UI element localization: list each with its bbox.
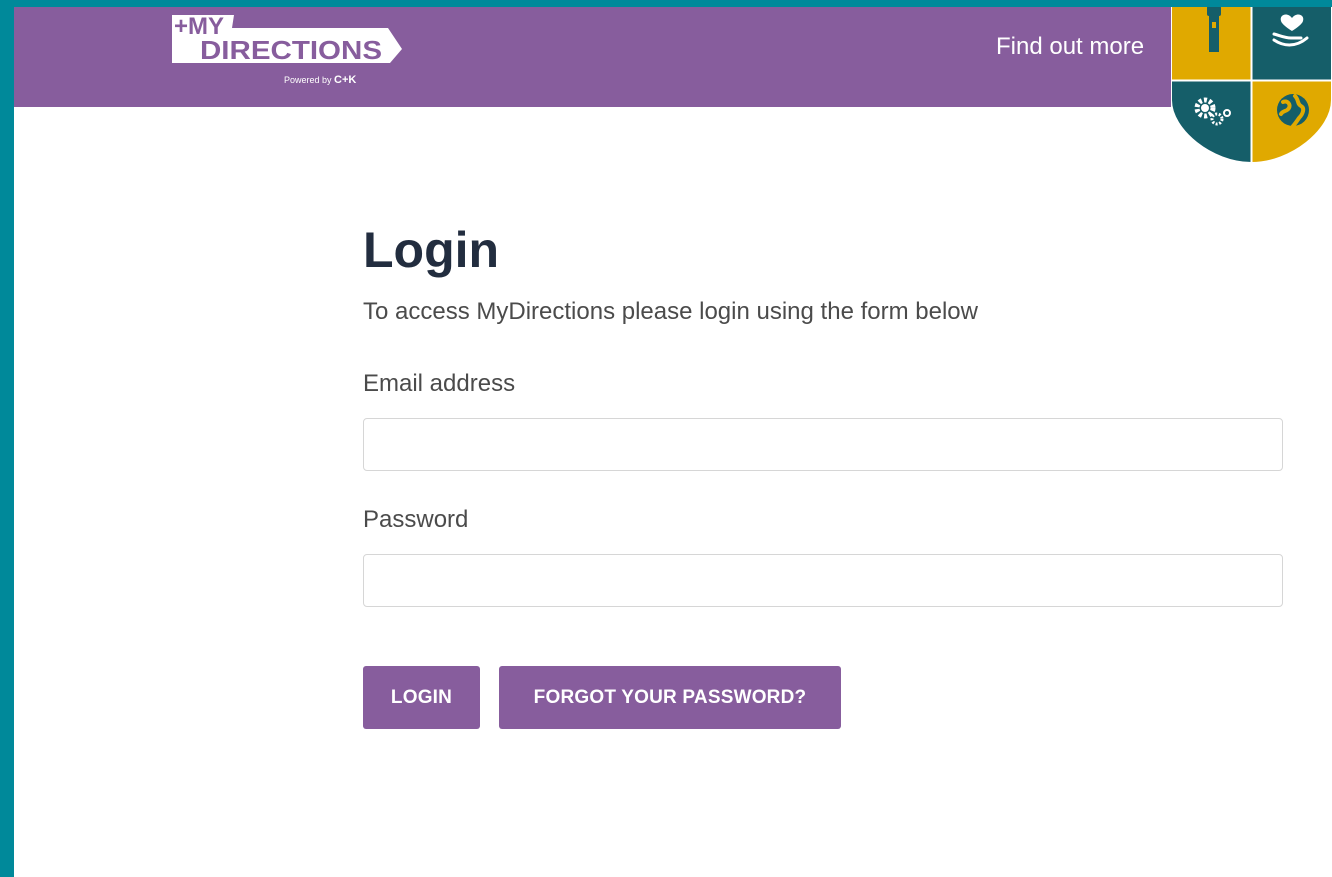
login-intro-text: To access MyDirections please login usin… [363, 298, 978, 325]
emblem-shield[interactable] [1171, 7, 1332, 163]
forgot-password-button[interactable]: FORGOT YOUR PASSWORD? [499, 666, 841, 729]
page-title: Login [363, 222, 500, 278]
shield-quadrant-tr [1252, 7, 1332, 80]
globe-icon [1277, 94, 1309, 128]
logo-powered-by: Powered by [284, 75, 332, 85]
find-out-more-link[interactable]: Find out more [996, 33, 1144, 61]
torch-icon [1207, 7, 1221, 52]
logo-line2: DIRECTIONS [200, 35, 382, 65]
password-label: Password [363, 506, 469, 533]
site-header: +MY DIRECTIONS Powered by C+K Find out m… [14, 7, 1332, 163]
email-input[interactable] [363, 418, 1283, 471]
login-button[interactable]: LOGIN [363, 666, 480, 729]
page-frame: +MY DIRECTIONS Powered by C+K Find out m… [14, 7, 1332, 877]
login-form: Login To access MyDirections please logi… [363, 217, 1283, 729]
form-actions: LOGIN FORGOT YOUR PASSWORD? [363, 666, 1283, 729]
shield-quadrant-bl [1171, 81, 1251, 163]
mydirections-logo[interactable]: +MY DIRECTIONS Powered by C+K [172, 15, 402, 90]
password-input[interactable] [363, 554, 1283, 607]
logo-powered-brand: C+K [334, 74, 356, 86]
email-label: Email address [363, 370, 516, 397]
